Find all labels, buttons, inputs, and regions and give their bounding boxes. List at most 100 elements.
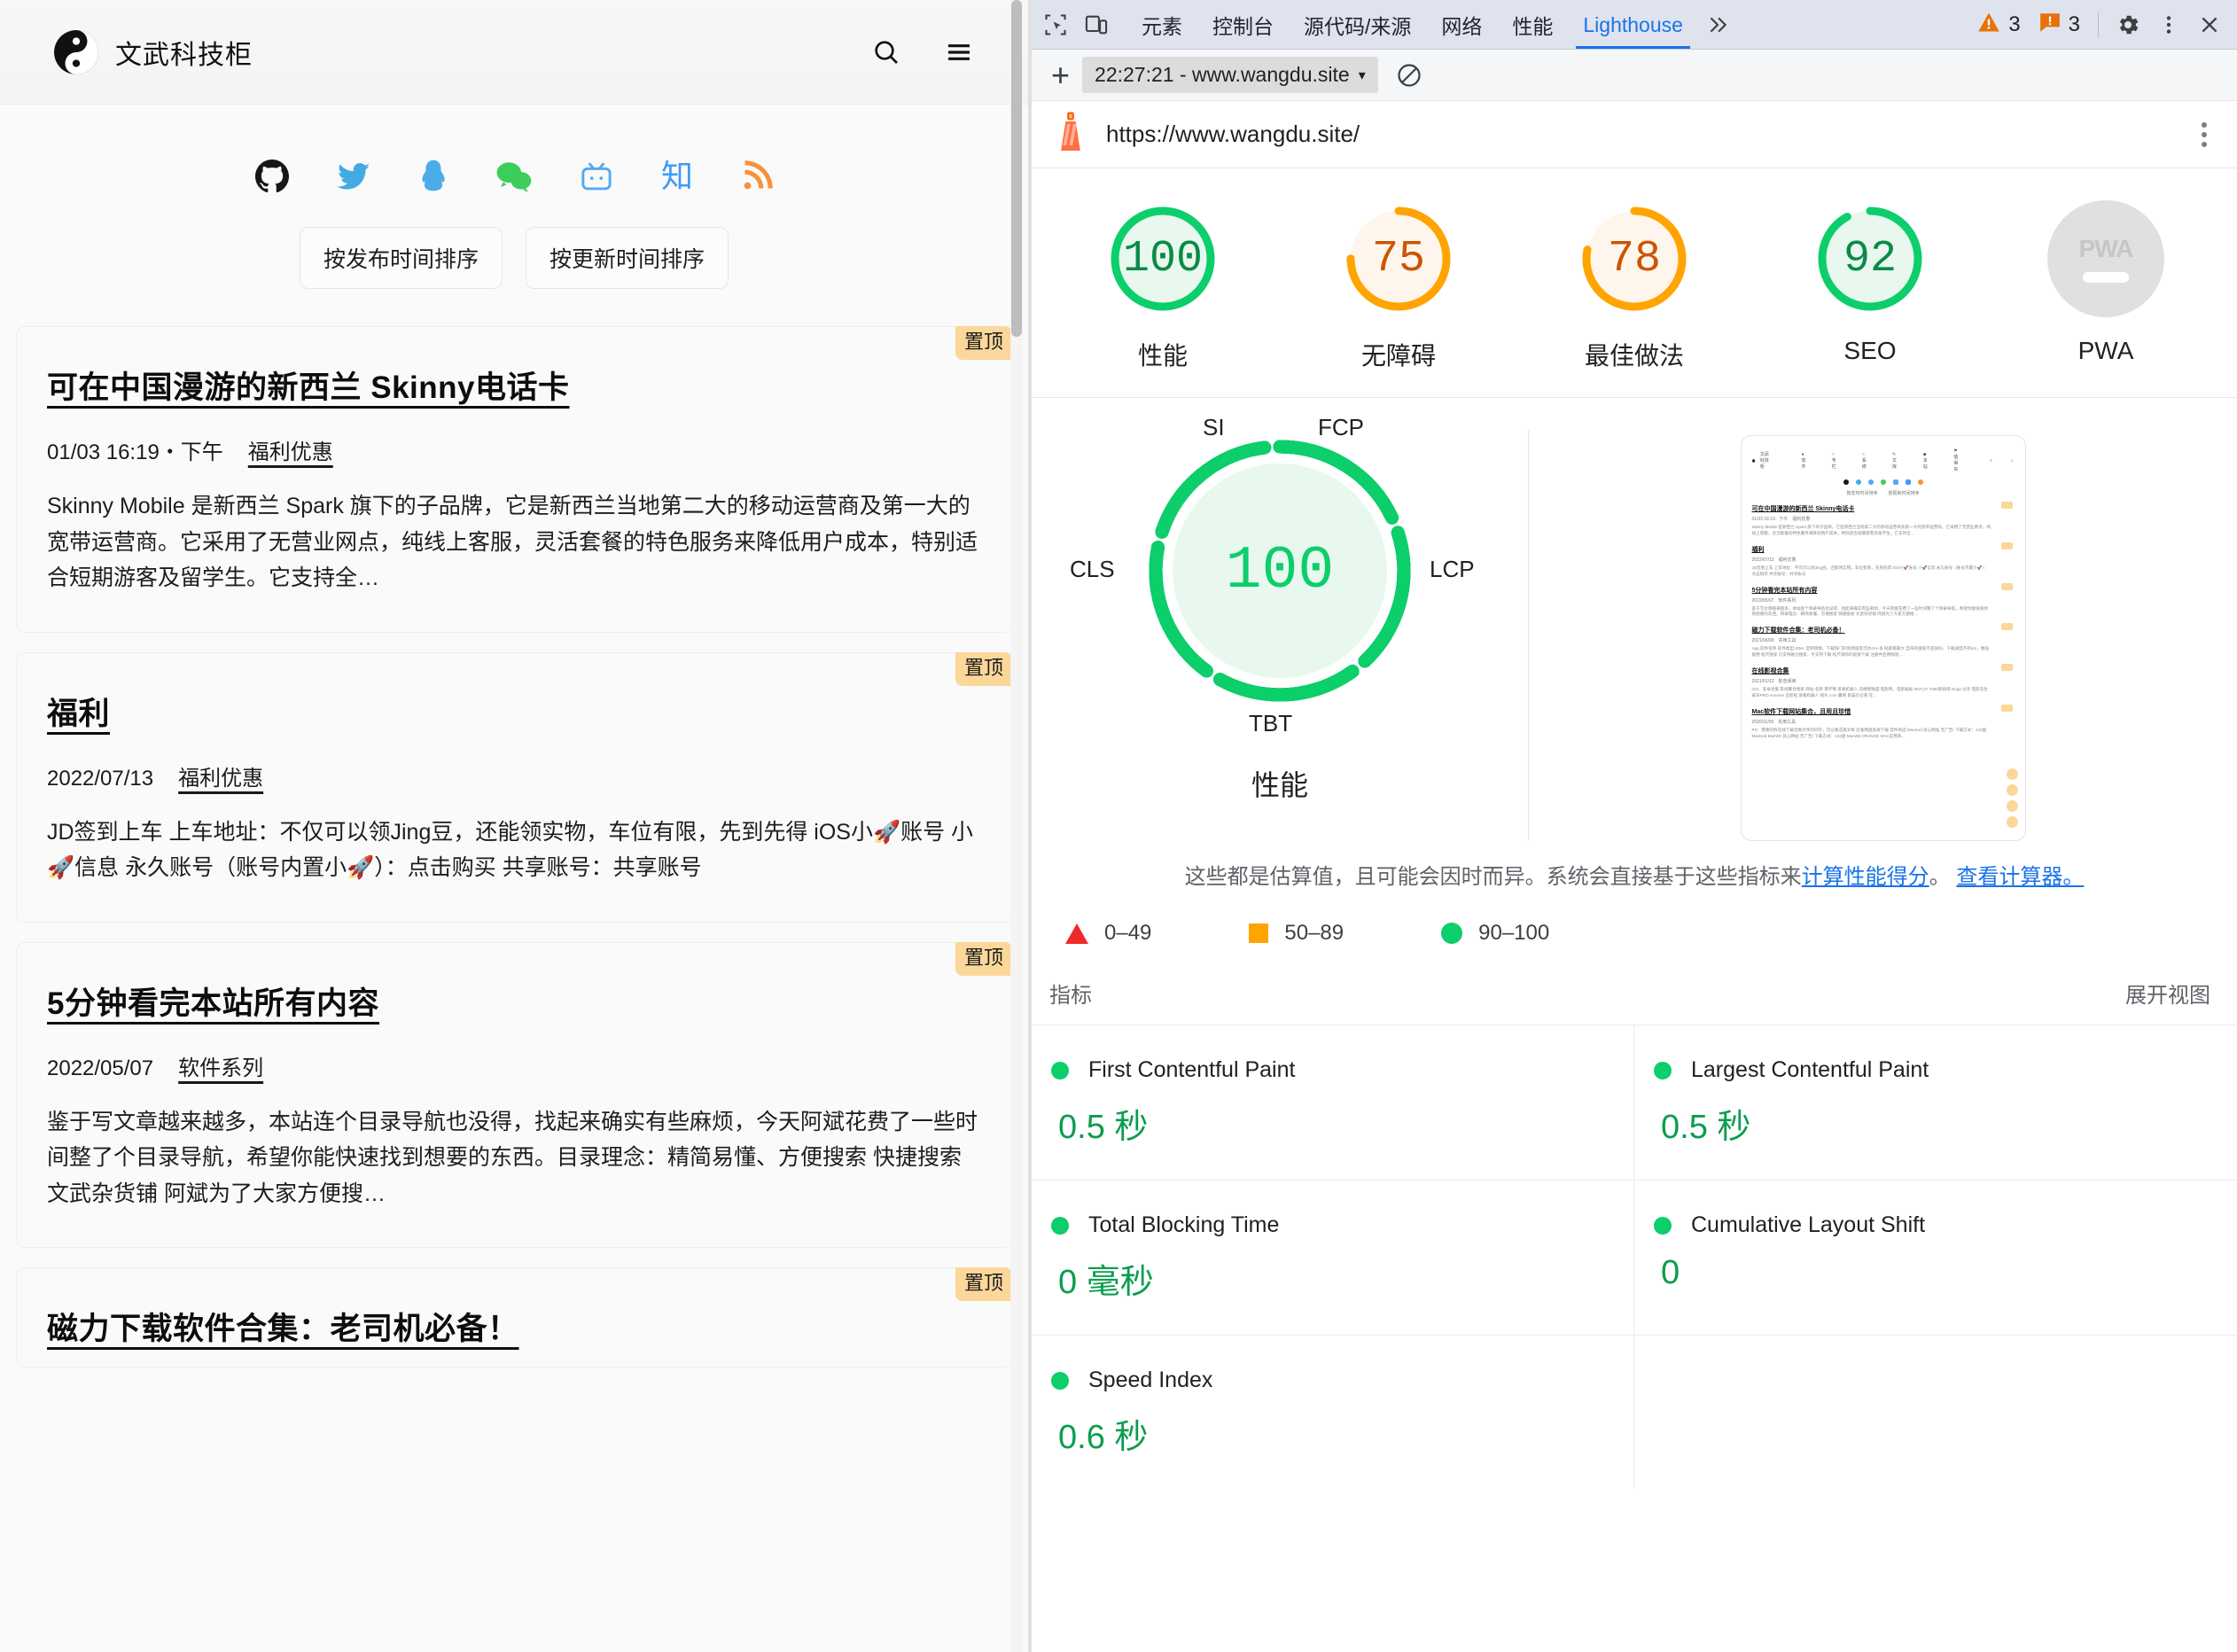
metric-name: Speed Index — [1088, 1368, 1213, 1393]
site-header-actions — [870, 36, 975, 68]
article-title[interactable]: 可在中国漫游的新西兰 Skinny电话卡 — [47, 362, 981, 408]
gear-icon[interactable] — [2109, 6, 2147, 43]
report-more-vertical-icon[interactable] — [2194, 115, 2214, 154]
score-gauge-accessibility[interactable]: 75 无障碍 — [1281, 200, 1516, 372]
article-meta: 2022/05/07 软件系列 — [47, 1050, 981, 1081]
chevron-double-right-icon[interactable] — [1699, 6, 1736, 43]
hamburger-menu-icon[interactable] — [943, 36, 975, 68]
score-label: 性能 — [1137, 342, 1188, 370]
metric-label-fcp: FCP — [1318, 414, 1364, 440]
metrics-title: 指标 — [1049, 984, 1092, 1009]
error-badge[interactable]: 3 — [2031, 11, 2087, 40]
metric-label-tbt: TBT — [1249, 710, 1293, 736]
scrollbar-thumb[interactable] — [1011, 0, 1022, 337]
article-title[interactable]: 磁力下载软件合集：老司机必备！ — [47, 1304, 981, 1349]
audited-url[interactable]: https://www.wangdu.site/ — [1106, 121, 1360, 148]
more-vertical-icon[interactable] — [2150, 6, 2187, 43]
thumb-social-dots — [1752, 479, 2015, 485]
legend-item-average: 50–89 — [1249, 921, 1344, 946]
metric-total-blocking-time[interactable]: Total Blocking Time 0 毫秒 — [1032, 1180, 1634, 1336]
tab-console[interactable]: 控制台 — [1198, 0, 1288, 50]
article-title[interactable]: 5分钟看完本站所有内容 — [47, 978, 981, 1024]
metric-first-contentful-paint[interactable]: First Contentful Paint 0.5 秒 — [1032, 1025, 1634, 1181]
score-gauge-pwa[interactable]: PWA PWA — [1988, 200, 2224, 372]
article-card[interactable]: 置顶 可在中国漫游的新西兰 Skinny电话卡 01/03 16:19・下午 福… — [16, 326, 1012, 633]
metric-name: Cumulative Layout Shift — [1691, 1212, 1926, 1238]
search-icon[interactable] — [870, 36, 902, 68]
performance-caption: 性能 — [1251, 769, 1308, 801]
calc-score-link[interactable]: 计算性能得分 — [1802, 865, 1929, 889]
article-card[interactable]: 置顶 磁力下载软件合集：老司机必备！ — [16, 1267, 1012, 1368]
zhihu-icon[interactable]: 知 — [661, 160, 693, 192]
site-brand[interactable]: 文武科技柜 — [53, 29, 253, 75]
article-title[interactable]: 福利 — [47, 689, 981, 734]
qq-icon[interactable] — [418, 160, 448, 193]
pinned-badge: 置顶 — [955, 941, 1012, 976]
metric-name: Largest Contentful Paint — [1691, 1057, 1929, 1083]
sort-by-update-date-button[interactable]: 按更新时间排序 — [526, 227, 729, 289]
thumb-fab-search-icon — [2006, 784, 2018, 796]
inspect-element-icon[interactable] — [1037, 6, 1074, 43]
score-gauge-performance[interactable]: 100 性能 — [1045, 200, 1281, 372]
article-excerpt: JD签到上车 上车地址：不仅可以领Jing豆，还能领实物，车位有限，先到先得 i… — [47, 819, 974, 881]
chevron-down-icon: ▾ — [1358, 67, 1366, 83]
status-circle-green-icon — [1654, 1061, 1672, 1079]
plus-icon[interactable]: + — [1051, 58, 1070, 91]
rss-icon[interactable] — [741, 160, 773, 192]
wechat-icon[interactable] — [496, 160, 532, 192]
device-toolbar-icon[interactable] — [1078, 6, 1115, 43]
score-legend: 0–49 50–89 90–100 — [1032, 894, 2237, 946]
expand-view-button[interactable]: 展开视图 — [2125, 978, 2210, 1009]
article-excerpt: 鉴于写文章越来越多，本站连个目录导航也没得，找起来确实有些麻烦，今天阿斌花费了一… — [47, 1109, 978, 1206]
thumb-pin-badge — [2000, 623, 2013, 631]
pwa-label-inner: PWA — [2078, 235, 2134, 262]
metric-name: Total Blocking Time — [1088, 1212, 1280, 1238]
run-selector-chip[interactable]: 22:27:21 - www.wangdu.site ▾ — [1082, 57, 1378, 93]
thumb-nav: 文武科技柜 ● 软件 ○ 专栏 ○ 系统 ✎ 文库 ◆ 本站 ⚑ 值得买 ⌕ ☼ — [1751, 448, 2015, 472]
page-screenshot-thumbnail[interactable]: 文武科技柜 ● 软件 ○ 专栏 ○ 系统 ✎ 文库 ◆ 本站 ⚑ 值得买 ⌕ ☼ — [1740, 435, 2026, 841]
article-category[interactable]: 福利优惠 — [248, 434, 333, 465]
thumb-article: 可在中国漫游的新西兰 Skinny电话卡 01/03 16:19 · 下午 福利… — [1752, 502, 2015, 537]
square-orange-icon — [1249, 923, 1269, 944]
warning-badge[interactable]: 3 — [1969, 10, 2027, 41]
thumb-fab-top-icon — [2006, 816, 2018, 828]
tab-sources[interactable]: 源代码/来源 — [1290, 0, 1425, 50]
performance-gauge-block: 100 SI FCP LCP TBT CLS 性能 — [1032, 414, 1528, 841]
metric-largest-contentful-paint[interactable]: Largest Contentful Paint 0.5 秒 — [1634, 1025, 2237, 1180]
metric-empty-slot — [1634, 1335, 2237, 1490]
metric-top: Total Blocking Time — [1051, 1212, 1616, 1238]
thumb-article: 磁力下载软件合集：老司机必备！ 2021/06/09 实用工具 App 软件名称… — [1752, 623, 2015, 658]
score-value: 78 — [1607, 233, 1661, 284]
status-circle-green-icon — [1051, 1371, 1069, 1390]
article-card[interactable]: 置顶 5分钟看完本站所有内容 2022/05/07 软件系列 鉴于写文章越来越多… — [16, 941, 1012, 1248]
site-header: 文武科技柜 — [0, 0, 1028, 105]
close-icon[interactable] — [2191, 6, 2228, 43]
thumb-sort-row: 按发布时间排序 按更新时间排序 — [1846, 491, 1920, 496]
estimate-note: 这些都是估算值，且可能会因时而异。系统会直接基于这些指标来计算性能得分。 查看计… — [1032, 841, 2237, 894]
tab-elements[interactable]: 元素 — [1127, 0, 1196, 50]
page-scrollbar[interactable] — [1010, 0, 1023, 1652]
score-label: 无障碍 — [1360, 342, 1436, 370]
tab-performance[interactable]: 性能 — [1498, 0, 1567, 50]
metric-speed-index[interactable]: Speed Index 0.6 秒 — [1032, 1335, 1634, 1491]
article-category[interactable]: 福利优惠 — [178, 760, 263, 791]
twitter-icon[interactable] — [336, 160, 370, 193]
score-gauge-seo[interactable]: 92 SEO — [1752, 200, 1988, 372]
article-meta: 01/03 16:19・下午 福利优惠 — [47, 434, 981, 465]
category-scores: 100 性能 75 无障碍 78 最佳做法 92 SEO PWA PWA — [1032, 168, 2237, 398]
no-entry-clear-icon[interactable] — [1391, 57, 1428, 94]
metric-value: 0 — [1661, 1254, 1680, 1292]
metric-cumulative-layout-shift[interactable]: Cumulative Layout Shift 0 — [1634, 1180, 2237, 1335]
github-icon[interactable] — [254, 160, 289, 193]
calculator-link[interactable]: 查看计算器。 — [1956, 865, 2084, 889]
tab-lighthouse[interactable]: Lighthouse — [1569, 0, 1697, 50]
sort-by-publish-date-button[interactable]: 按发布时间排序 — [299, 227, 503, 289]
bilibili-icon[interactable] — [580, 161, 613, 191]
app-root: 文武科技柜 知 按发布时间排序 按更新时间排序 置顶 可在中国漫游的新西兰 Sk… — [0, 0, 2237, 1652]
devtools-toolbar: 元素 控制台 源代码/来源 网络 性能 Lighthouse 3 3 — [1032, 0, 2237, 50]
legend-range: 50–89 — [1284, 921, 1345, 946]
tab-network[interactable]: 网络 — [1427, 0, 1496, 50]
score-gauge-best-practices[interactable]: 78 最佳做法 — [1516, 200, 1752, 372]
article-category[interactable]: 软件系列 — [178, 1050, 263, 1081]
article-card[interactable]: 置顶 福利 2022/07/13 福利优惠 JD签到上车 上车地址：不仅可以领J… — [16, 651, 1012, 923]
